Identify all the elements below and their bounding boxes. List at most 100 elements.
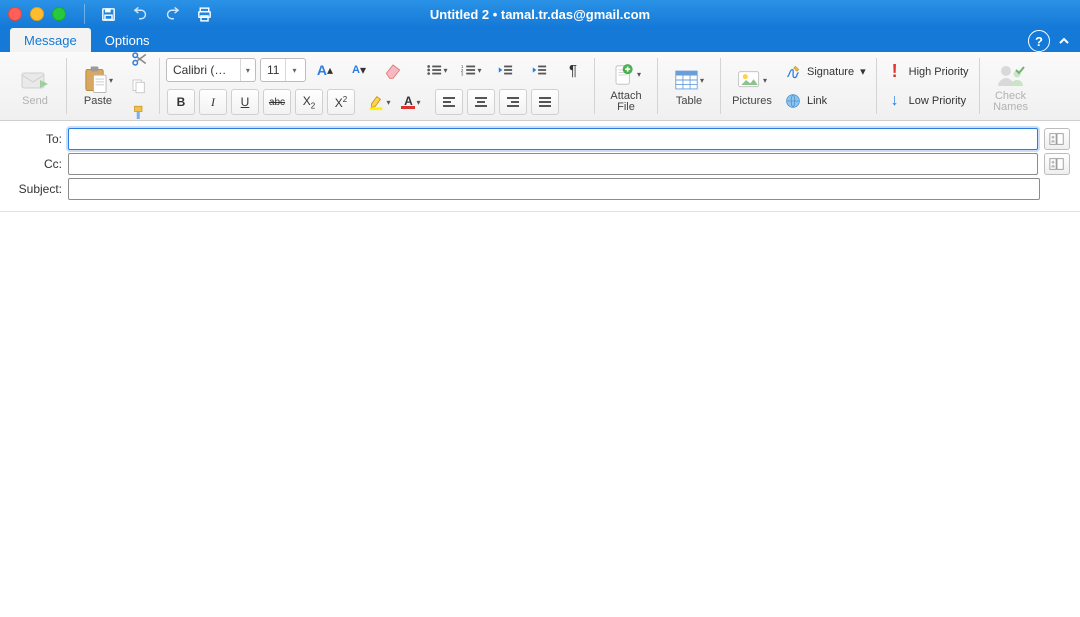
justify-button[interactable]: [531, 89, 559, 115]
align-right-button[interactable]: [499, 89, 527, 115]
pictures-dropdown-icon[interactable]: ▾: [763, 76, 767, 85]
strikethrough-button[interactable]: abc: [263, 89, 291, 115]
font-name-dropdown-icon[interactable]: ▾: [240, 59, 255, 81]
undo-icon[interactable]: [127, 3, 153, 25]
ribbon-tabs: Message Options ?: [0, 28, 1080, 52]
pictures-label: Pictures: [732, 96, 772, 107]
group-clipboard: ▾ Paste: [67, 54, 159, 118]
ribbon: Send ▾ Paste: [0, 52, 1080, 121]
paste-button[interactable]: ▾ Paste: [73, 56, 123, 116]
table-label: Table: [676, 96, 702, 107]
format-painter-icon: [130, 104, 148, 122]
attach-file-label: Attach File: [610, 91, 641, 113]
group-attach: ▾ Attach File: [595, 54, 657, 118]
italic-button[interactable]: I: [199, 89, 227, 115]
font-size-selector[interactable]: 11 ▾: [260, 58, 306, 82]
grow-font-button[interactable]: A▴: [311, 57, 339, 83]
font-size-dropdown-icon[interactable]: ▾: [285, 59, 302, 81]
underline-button[interactable]: U: [231, 89, 259, 115]
highlight-color-button[interactable]: ▾: [365, 89, 393, 115]
help-icon[interactable]: ?: [1028, 30, 1050, 52]
pictures-button[interactable]: ▾ Pictures: [727, 56, 777, 116]
table-dropdown-icon[interactable]: ▾: [700, 76, 704, 85]
paste-dropdown-icon[interactable]: ▾: [109, 76, 113, 85]
titlebar: Untitled 2 • tamal.tr.das@gmail.com: [0, 0, 1080, 28]
to-address-book-button[interactable]: [1044, 128, 1070, 150]
save-icon[interactable]: [95, 3, 121, 25]
increase-indent-button[interactable]: [525, 57, 553, 83]
minimize-window-button[interactable]: [30, 7, 44, 21]
signature-icon: [785, 64, 801, 80]
message-body[interactable]: [0, 212, 1080, 617]
collapse-ribbon-icon[interactable]: [1056, 33, 1072, 49]
tab-message[interactable]: Message: [10, 28, 91, 52]
redo-icon[interactable]: [159, 3, 185, 25]
bold-button[interactable]: B: [167, 89, 195, 115]
bullets-button[interactable]: ▾: [423, 57, 451, 83]
check-names-button[interactable]: Check Names: [986, 56, 1036, 116]
to-label: To:: [10, 132, 68, 146]
group-priority: ! High Priority ↓ Low Priority: [877, 54, 979, 118]
attach-file-button[interactable]: ▾ Attach File: [601, 56, 651, 116]
show-marks-button[interactable]: ¶: [559, 57, 587, 83]
numbering-button[interactable]: 123▾: [457, 57, 485, 83]
window-controls: [8, 7, 66, 21]
print-icon[interactable]: [191, 3, 217, 25]
message-body-area: [0, 212, 1080, 617]
subject-field[interactable]: [68, 178, 1040, 200]
send-label: Send: [22, 96, 48, 107]
decrease-indent-button[interactable]: [491, 57, 519, 83]
subscript-button[interactable]: X2: [295, 89, 323, 115]
italic-icon: I: [211, 95, 215, 110]
link-button[interactable]: Link: [781, 87, 870, 115]
cut-button[interactable]: [125, 46, 153, 72]
eraser-icon: [383, 61, 403, 79]
to-field[interactable]: [68, 128, 1038, 150]
high-priority-button[interactable]: ! High Priority: [883, 58, 973, 86]
cc-address-book-button[interactable]: [1044, 153, 1070, 175]
copy-button[interactable]: [125, 73, 153, 99]
zoom-window-button[interactable]: [52, 7, 66, 21]
align-center-icon: [474, 96, 488, 108]
superscript-icon: X2: [335, 95, 347, 110]
pilcrow-icon: ¶: [569, 62, 577, 79]
justify-icon: [538, 96, 552, 108]
highlight-icon: [367, 93, 385, 111]
grow-font-icon: A: [317, 62, 327, 78]
bullets-icon: [426, 63, 442, 77]
copy-icon: [130, 77, 148, 95]
table-button[interactable]: ▾ Table: [664, 56, 714, 116]
superscript-button[interactable]: X2: [327, 89, 355, 115]
align-center-button[interactable]: [467, 89, 495, 115]
close-window-button[interactable]: [8, 7, 22, 21]
low-priority-button[interactable]: ↓ Low Priority: [883, 87, 973, 115]
compose-window: Untitled 2 • tamal.tr.das@gmail.com Mess…: [0, 0, 1080, 617]
address-book-icon: [1049, 132, 1065, 146]
decrease-indent-icon: [497, 63, 513, 77]
paste-icon: ▾: [83, 65, 113, 95]
numbering-icon: 123: [460, 63, 476, 77]
shrink-font-button[interactable]: A▾: [345, 57, 373, 83]
align-left-button[interactable]: [435, 89, 463, 115]
font-color-button[interactable]: A▾: [397, 89, 425, 115]
cc-field[interactable]: [68, 153, 1038, 175]
font-name-selector[interactable]: Calibri (Bo… ▾: [166, 58, 256, 82]
high-priority-icon: !: [887, 61, 903, 82]
qat-separator: [84, 4, 85, 24]
signature-button[interactable]: Signature ▾: [781, 58, 870, 86]
clear-formatting-button[interactable]: [379, 57, 407, 83]
attach-dropdown-icon[interactable]: ▾: [637, 70, 641, 79]
strikethrough-icon: abc: [269, 97, 285, 108]
svg-text:3: 3: [461, 71, 464, 76]
attach-file-icon: ▾: [611, 60, 641, 90]
signature-dropdown-icon[interactable]: ▾: [860, 65, 866, 78]
bold-icon: B: [177, 95, 186, 109]
send-button[interactable]: Send: [10, 56, 60, 116]
shrink-font-icon: A: [352, 64, 360, 76]
increase-indent-icon: [531, 63, 547, 77]
subject-label: Subject:: [10, 182, 68, 196]
subscript-icon: X2: [303, 94, 315, 110]
low-priority-icon: ↓: [887, 92, 903, 110]
font-name-value: Calibri (Bo…: [167, 63, 240, 77]
table-icon: ▾: [674, 65, 704, 95]
